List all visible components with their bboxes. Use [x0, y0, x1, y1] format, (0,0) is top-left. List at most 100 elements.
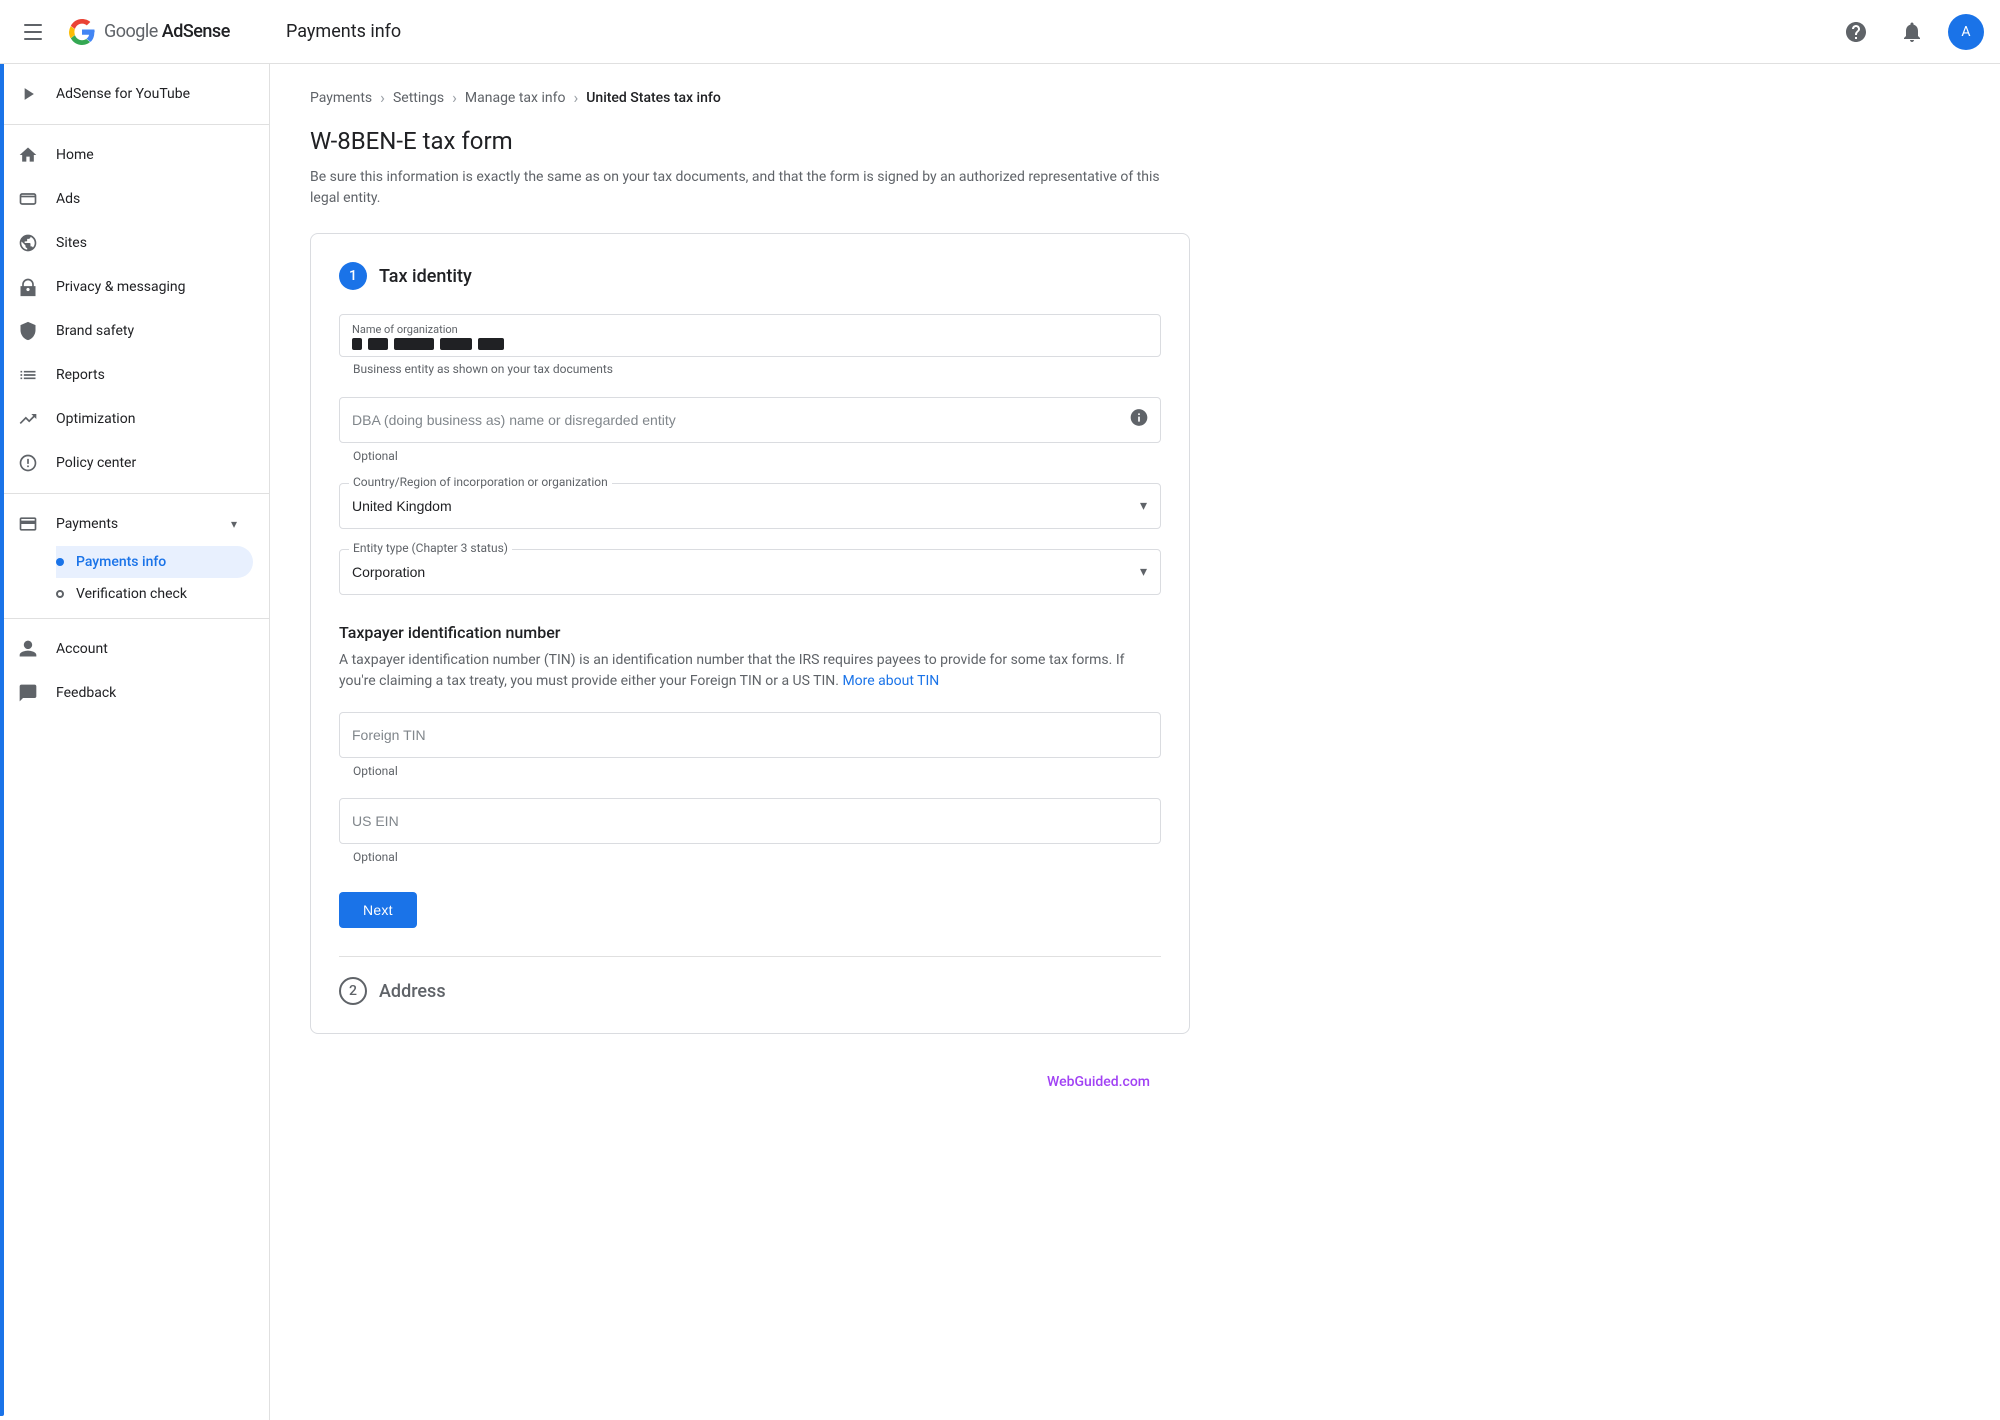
tin-title: Taxpayer identification number	[339, 623, 1161, 642]
sep-3: ›	[573, 88, 578, 107]
account-icon	[16, 637, 40, 661]
country-select-wrap: United Kingdom United States Canada Aust…	[339, 483, 1161, 529]
entity-field: Entity type (Chapter 3 status) Corporati…	[339, 549, 1161, 595]
home-icon	[16, 143, 40, 167]
sidebar-item-feedback[interactable]: Feedback	[0, 671, 253, 715]
topbar-left: Google AdSense	[16, 12, 286, 52]
org-name-label: Name of organization	[352, 323, 1148, 336]
dba-input[interactable]	[339, 397, 1161, 443]
sidebar: AdSense for YouTube Home Ads Sites	[0, 64, 270, 1420]
hamburger-icon	[24, 20, 48, 44]
layout: AdSense for YouTube Home Ads Sites	[0, 64, 2000, 1420]
main-inner: Payments › Settings › Manage tax info › …	[270, 64, 1230, 1158]
sidebar-item-brand-safety[interactable]: Brand safety	[0, 309, 253, 353]
help-icon	[1844, 20, 1868, 44]
sidebar-item-policy-center[interactable]: Policy center	[0, 441, 253, 485]
sites-icon	[16, 231, 40, 255]
logo-text: Google AdSense	[104, 21, 230, 42]
optimization-icon	[16, 407, 40, 431]
us-ein-field	[339, 798, 1161, 844]
section1-header: 1 Tax identity	[339, 262, 1161, 290]
breadcrumb: Payments › Settings › Manage tax info › …	[310, 88, 1190, 107]
breadcrumb-manage-tax[interactable]: Manage tax info	[465, 90, 566, 106]
us-ein-helper: Optional	[339, 850, 1161, 864]
payments-info-label: Payments info	[76, 554, 166, 570]
redact-4	[440, 338, 472, 350]
tin-link[interactable]: More about TIN	[842, 673, 939, 689]
sidebar-item-reports[interactable]: Reports	[0, 353, 253, 397]
payments-chevron: ▾	[231, 517, 237, 531]
dba-helper: Optional	[339, 449, 1161, 463]
privacy-icon	[16, 275, 40, 299]
org-name-group: Name of organization Business entity as …	[339, 314, 1161, 377]
breadcrumb-payments[interactable]: Payments	[310, 90, 372, 106]
section1-number: 1	[339, 262, 367, 290]
redact-5	[478, 338, 504, 350]
inactive-dot	[56, 590, 64, 598]
ads-icon	[16, 187, 40, 211]
sidebar-subitem-payments-info[interactable]: Payments info	[56, 546, 253, 578]
brand-safety-icon	[16, 319, 40, 343]
tin-description: A taxpayer identification number (TIN) i…	[339, 650, 1161, 692]
avatar[interactable]: A	[1948, 14, 1984, 50]
org-name-helper: Business entity as shown on your tax doc…	[339, 362, 613, 376]
foreign-tin-input[interactable]	[339, 712, 1161, 758]
redact-1	[352, 338, 362, 350]
next-button[interactable]: Next	[339, 892, 417, 928]
page-title: W-8BEN-E tax form	[310, 127, 1190, 155]
topbar-actions: A	[1836, 12, 1984, 52]
section2-number: 2	[339, 977, 367, 1005]
sidebar-item-account[interactable]: Account	[0, 627, 253, 671]
google-g-icon	[68, 18, 96, 46]
sep-2: ›	[452, 88, 457, 107]
topbar-title: Payments info	[286, 21, 1836, 42]
entity-select[interactable]: Corporation Partnership Trust/Estate Gov…	[339, 549, 1161, 595]
dba-info-icon[interactable]	[1129, 408, 1149, 433]
foreign-tin-helper: Optional	[339, 764, 1161, 778]
country-label: Country/Region of incorporation or organ…	[349, 475, 612, 489]
sidebar-item-home[interactable]: Home	[0, 133, 253, 177]
active-bar	[0, 64, 4, 1416]
sidebar-item-ads[interactable]: Ads	[0, 177, 253, 221]
payments-submenu: Payments info Verification check	[0, 546, 269, 610]
menu-button[interactable]	[16, 12, 56, 52]
breadcrumb-current: United States tax info	[586, 90, 721, 106]
payments-icon	[16, 512, 40, 536]
sidebar-item-sites[interactable]: Sites	[0, 221, 253, 265]
sidebar-item-payments[interactable]: Payments ▾	[0, 502, 253, 546]
section1-title: Tax identity	[379, 266, 472, 287]
redact-2	[368, 338, 388, 350]
sidebar-divider-2	[0, 493, 269, 494]
policy-icon	[16, 451, 40, 475]
dba-field	[339, 397, 1161, 443]
bell-icon	[1900, 20, 1924, 44]
org-name-redacted	[352, 338, 1148, 350]
sidebar-item-adsense-youtube[interactable]: AdSense for YouTube	[0, 72, 253, 116]
help-button[interactable]	[1836, 12, 1876, 52]
entity-label: Entity type (Chapter 3 status)	[349, 541, 512, 555]
section2-title: Address	[379, 981, 446, 1002]
country-select[interactable]: United Kingdom United States Canada Aust…	[339, 483, 1161, 529]
sidebar-item-privacy[interactable]: Privacy & messaging	[0, 265, 253, 309]
org-name-container: Name of organization	[339, 314, 1161, 357]
notifications-button[interactable]	[1892, 12, 1932, 52]
entity-select-wrap: Corporation Partnership Trust/Estate Gov…	[339, 549, 1161, 595]
logo: Google AdSense	[68, 18, 230, 46]
sidebar-divider-3	[0, 618, 269, 619]
watermark: WebGuided.com	[310, 1058, 1190, 1098]
foreign-tin-field	[339, 712, 1161, 758]
sidebar-divider-1	[0, 124, 269, 125]
sep-1: ›	[380, 88, 385, 107]
topbar: Google AdSense Payments info A	[0, 0, 2000, 64]
country-field: Country/Region of incorporation or organ…	[339, 483, 1161, 529]
us-ein-input[interactable]	[339, 798, 1161, 844]
sidebar-subitem-verification[interactable]: Verification check	[56, 578, 253, 610]
page-description: Be sure this information is exactly the …	[310, 167, 1190, 209]
sidebar-item-optimization[interactable]: Optimization	[0, 397, 253, 441]
reports-icon	[16, 363, 40, 387]
tax-form-card: 1 Tax identity Name of organization	[310, 233, 1190, 1034]
section2-header: 2 Address	[339, 957, 1161, 1005]
breadcrumb-settings[interactable]: Settings	[393, 90, 444, 106]
active-dot	[56, 558, 64, 566]
play-icon	[16, 82, 40, 106]
